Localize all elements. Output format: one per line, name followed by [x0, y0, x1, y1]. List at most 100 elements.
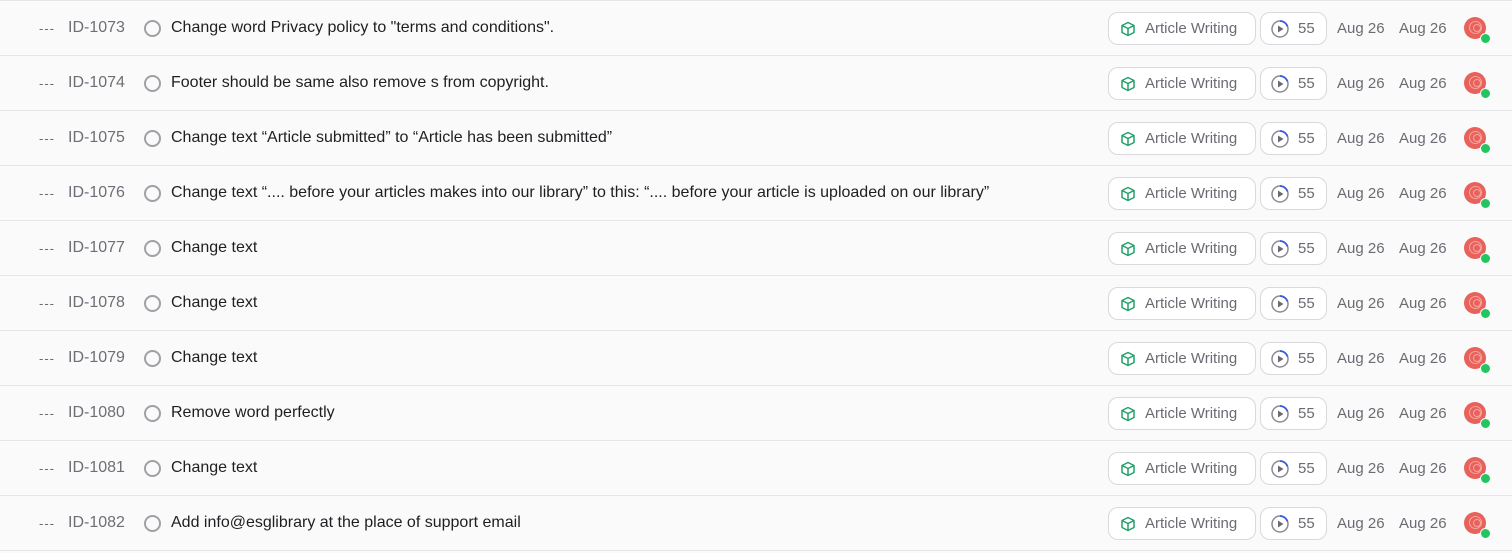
issue-id: ID-1081: [68, 459, 125, 476]
cube-icon: [1121, 76, 1135, 92]
status-circle-icon[interactable]: [144, 240, 161, 257]
issue-row[interactable]: --- ID-1075 Change text “Article submitt…: [0, 111, 1512, 166]
priority-indicator[interactable]: ---: [39, 331, 55, 385]
cycle-clock-icon: [1271, 20, 1289, 38]
issue-title[interactable]: Add info@esglibrary at the place of supp…: [171, 496, 521, 550]
start-date[interactable]: Aug 26: [1337, 221, 1385, 275]
estimate-pill[interactable]: 55: [1260, 177, 1327, 210]
start-date[interactable]: Aug 26: [1337, 111, 1385, 165]
estimate-pill[interactable]: 55: [1260, 397, 1327, 430]
due-date[interactable]: Aug 26: [1399, 331, 1447, 385]
issue-title[interactable]: Change text: [171, 221, 257, 275]
label-pill[interactable]: Article Writing: [1108, 287, 1256, 320]
due-date[interactable]: Aug 26: [1399, 276, 1447, 330]
status-circle-icon[interactable]: [144, 460, 161, 477]
status-circle-icon[interactable]: [144, 350, 161, 367]
label-pill[interactable]: Article Writing: [1108, 122, 1256, 155]
label-pill[interactable]: Article Writing: [1108, 452, 1256, 485]
estimate-pill[interactable]: 55: [1260, 452, 1327, 485]
start-date[interactable]: Aug 26: [1337, 496, 1385, 550]
estimate-pill[interactable]: 55: [1260, 232, 1327, 265]
avatar-ring: [1473, 299, 1481, 307]
issue-row[interactable]: --- ID-1080 Remove word perfectly Articl…: [0, 386, 1512, 441]
label-pill[interactable]: Article Writing: [1108, 12, 1256, 45]
issue-row[interactable]: --- ID-1078 Change text Article Writing …: [0, 276, 1512, 331]
due-date[interactable]: Aug 26: [1399, 111, 1447, 165]
cycle-clock-icon: [1271, 350, 1289, 368]
issue-row[interactable]: --- ID-1077 Change text Article Writing …: [0, 221, 1512, 276]
priority-indicator[interactable]: ---: [39, 276, 55, 330]
priority-indicator[interactable]: ---: [39, 386, 55, 440]
status-circle-icon[interactable]: [144, 295, 161, 312]
estimate-pill[interactable]: 55: [1260, 12, 1327, 45]
issue-title[interactable]: Footer should be same also remove s from…: [171, 56, 549, 110]
status-circle-icon[interactable]: [144, 405, 161, 422]
avatar-ring: [1473, 134, 1481, 142]
issue-row[interactable]: --- ID-1073 Change word Privacy policy t…: [0, 1, 1512, 56]
label-text: Article Writing: [1145, 185, 1238, 202]
issue-row[interactable]: --- ID-1076 Change text “.... before you…: [0, 166, 1512, 221]
start-date[interactable]: Aug 26: [1337, 276, 1385, 330]
issue-title[interactable]: Change text: [171, 441, 257, 495]
due-date[interactable]: Aug 26: [1399, 496, 1447, 550]
due-date[interactable]: Aug 26: [1399, 386, 1447, 440]
estimate-pill[interactable]: 55: [1260, 67, 1327, 100]
estimate-pill[interactable]: 55: [1260, 342, 1327, 375]
start-date[interactable]: Aug 26: [1337, 56, 1385, 110]
issue-title[interactable]: Remove word perfectly: [171, 386, 335, 440]
issue-title[interactable]: Change text “Article submitted” to “Arti…: [171, 111, 612, 165]
cycle-clock-icon: [1271, 405, 1289, 423]
cube-icon: [1121, 296, 1135, 312]
issue-title[interactable]: Change text: [171, 331, 257, 385]
estimate-pill[interactable]: 55: [1260, 507, 1327, 540]
label-text: Article Writing: [1145, 460, 1238, 477]
estimate-value: 55: [1298, 350, 1315, 367]
estimate-pill[interactable]: 55: [1260, 122, 1327, 155]
priority-indicator[interactable]: ---: [39, 1, 55, 55]
label-pill[interactable]: Article Writing: [1108, 177, 1256, 210]
due-date[interactable]: Aug 26: [1399, 166, 1447, 220]
priority-indicator[interactable]: ---: [39, 441, 55, 495]
status-circle-icon[interactable]: [144, 75, 161, 92]
status-circle-icon[interactable]: [144, 515, 161, 532]
due-date[interactable]: Aug 26: [1399, 56, 1447, 110]
issue-row[interactable]: --- ID-1079 Change text Article Writing …: [0, 331, 1512, 386]
issue-row[interactable]: --- ID-1081 Change text Article Writing …: [0, 441, 1512, 496]
issue-title[interactable]: Change text: [171, 276, 257, 330]
due-date[interactable]: Aug 26: [1399, 1, 1447, 55]
estimate-value: 55: [1298, 185, 1315, 202]
status-circle-icon[interactable]: [144, 20, 161, 37]
due-date[interactable]: Aug 26: [1399, 221, 1447, 275]
priority-indicator[interactable]: ---: [39, 496, 55, 550]
priority-indicator[interactable]: ---: [39, 221, 55, 275]
priority-indicator[interactable]: ---: [39, 166, 55, 220]
online-status-dot: [1480, 308, 1491, 319]
online-status-dot: [1480, 473, 1491, 484]
issue-row[interactable]: --- ID-1082 Add info@esglibrary at the p…: [0, 496, 1512, 551]
label-pill[interactable]: Article Writing: [1108, 397, 1256, 430]
start-date[interactable]: Aug 26: [1337, 386, 1385, 440]
avatar-ring: [1473, 24, 1481, 32]
avatar-ring: [1473, 189, 1481, 197]
issue-id: ID-1076: [68, 184, 125, 201]
estimate-pill[interactable]: 55: [1260, 287, 1327, 320]
cube-icon: [1121, 516, 1135, 532]
label-pill[interactable]: Article Writing: [1108, 342, 1256, 375]
priority-indicator[interactable]: ---: [39, 111, 55, 165]
label-pill[interactable]: Article Writing: [1108, 67, 1256, 100]
status-circle-icon[interactable]: [144, 130, 161, 147]
label-pill[interactable]: Article Writing: [1108, 232, 1256, 265]
issue-title[interactable]: Change word Privacy policy to "terms and…: [171, 1, 554, 55]
start-date[interactable]: Aug 26: [1337, 166, 1385, 220]
start-date[interactable]: Aug 26: [1337, 331, 1385, 385]
cycle-clock-icon: [1271, 515, 1289, 533]
priority-indicator[interactable]: ---: [39, 56, 55, 110]
issue-title[interactable]: Change text “.... before your articles m…: [171, 166, 989, 220]
start-date[interactable]: Aug 26: [1337, 441, 1385, 495]
online-status-dot: [1480, 253, 1491, 264]
label-pill[interactable]: Article Writing: [1108, 507, 1256, 540]
start-date[interactable]: Aug 26: [1337, 1, 1385, 55]
status-circle-icon[interactable]: [144, 185, 161, 202]
issue-row[interactable]: --- ID-1074 Footer should be same also r…: [0, 56, 1512, 111]
due-date[interactable]: Aug 26: [1399, 441, 1447, 495]
